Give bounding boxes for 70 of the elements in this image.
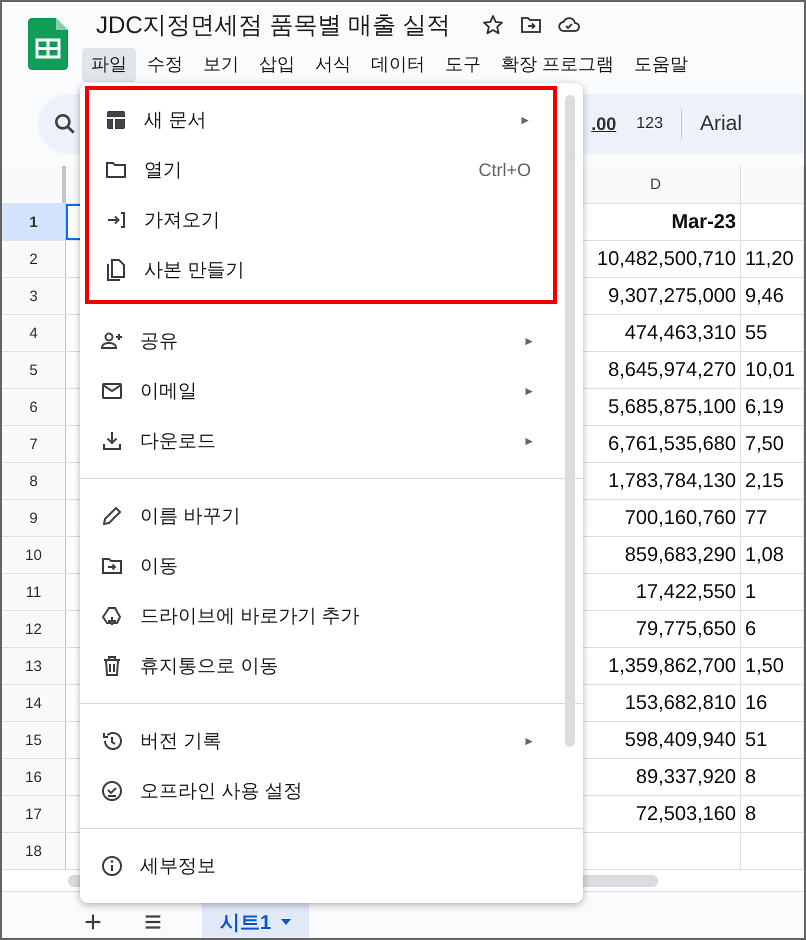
menu-option[interactable]: 새 문서 ► bbox=[89, 95, 553, 145]
shortcut-label: Ctrl+O bbox=[478, 160, 531, 180]
row-header[interactable]: 3 bbox=[2, 278, 66, 314]
row-header[interactable]: 9 bbox=[2, 500, 66, 536]
pencil-icon bbox=[100, 504, 124, 528]
menu-item[interactable]: 파일 bbox=[82, 48, 136, 82]
row-header[interactable]: 8 bbox=[2, 463, 66, 499]
table-cell: 16 bbox=[741, 685, 804, 721]
grid-icon bbox=[104, 108, 128, 132]
submenu-arrow: ► bbox=[523, 334, 535, 348]
row-header[interactable]: 5 bbox=[2, 352, 66, 388]
row-header[interactable]: 16 bbox=[2, 759, 66, 795]
menu-item[interactable]: 서식 bbox=[306, 48, 360, 82]
row-header[interactable]: 4 bbox=[2, 315, 66, 351]
caret-icon bbox=[281, 919, 292, 925]
row-header[interactable]: 1 bbox=[2, 204, 66, 240]
row-header[interactable]: 7 bbox=[2, 426, 66, 462]
star-icon[interactable] bbox=[480, 13, 505, 37]
menu-item[interactable]: 보기 bbox=[194, 48, 248, 82]
row-header[interactable]: 2 bbox=[2, 241, 66, 277]
row-header[interactable]: 13 bbox=[2, 648, 66, 684]
table-cell: 1 bbox=[741, 574, 804, 610]
copy-icon bbox=[104, 258, 128, 282]
table-cell: 51 bbox=[741, 722, 804, 758]
table-cell: 6,19 bbox=[741, 389, 804, 425]
submenu-arrow: ► bbox=[519, 113, 531, 127]
triangle-plus-icon bbox=[100, 604, 124, 628]
menu-item[interactable]: 확장 프로그램 bbox=[492, 48, 624, 82]
menu-item[interactable]: 데이터 bbox=[362, 48, 434, 82]
table-cell: 8 bbox=[741, 796, 804, 832]
submenu-arrow: ► bbox=[523, 384, 535, 398]
table-cell: 2,15 bbox=[741, 463, 804, 499]
row-header[interactable]: 6 bbox=[2, 389, 66, 425]
menu-option[interactable]: 사본 만들기 bbox=[89, 245, 553, 295]
menu-option[interactable]: 세부정보 bbox=[80, 841, 583, 891]
check-circle-icon bbox=[100, 779, 124, 803]
row-header[interactable]: 10 bbox=[2, 537, 66, 573]
row-header[interactable]: 15 bbox=[2, 722, 66, 758]
table-cell: 7,50 bbox=[741, 426, 804, 462]
document-title[interactable]: JDC지정면세점 품목별 매출 실적 bbox=[96, 9, 451, 41]
menu-item[interactable]: 삽입 bbox=[250, 48, 304, 82]
submenu-arrow: ► bbox=[523, 434, 535, 448]
font-dropdown[interactable]: Arial bbox=[694, 111, 748, 137]
table-cell: 55 bbox=[741, 315, 804, 351]
row-header[interactable]: 14 bbox=[2, 685, 66, 721]
menu-option[interactable]: 열기 Ctrl+O bbox=[89, 145, 553, 195]
table-cell: 8 bbox=[741, 759, 804, 795]
table-cell: 9,46 bbox=[741, 278, 804, 314]
row-header[interactable]: 18 bbox=[2, 833, 66, 869]
menu-item[interactable]: 수정 bbox=[138, 48, 192, 82]
row-header[interactable]: 17 bbox=[2, 796, 66, 832]
info-icon bbox=[100, 854, 124, 878]
table-cell: 6 bbox=[741, 611, 804, 647]
spreadsheet-logo-icon[interactable] bbox=[28, 18, 68, 70]
download-icon bbox=[100, 429, 124, 453]
menu-option[interactable]: 가져오기 bbox=[89, 195, 553, 245]
increase-decimal-button[interactable]: .00 bbox=[585, 112, 622, 136]
table-cell: 11,20 bbox=[741, 241, 804, 277]
table-cell: 1,50 bbox=[741, 648, 804, 684]
menu-scrollbar[interactable] bbox=[565, 95, 575, 747]
row-header[interactable]: 11 bbox=[2, 574, 66, 610]
table-cell: 77 bbox=[741, 500, 804, 536]
submenu-arrow: ► bbox=[523, 734, 535, 748]
table-cell: 10,01 bbox=[741, 352, 804, 388]
table-cell: 1,08 bbox=[741, 537, 804, 573]
row-header[interactable]: 12 bbox=[2, 611, 66, 647]
history-icon bbox=[100, 729, 124, 753]
number-format-button[interactable]: 123 bbox=[630, 114, 669, 134]
menu-item[interactable]: 도구 bbox=[436, 48, 490, 82]
menu-item[interactable]: 도움말 bbox=[625, 48, 698, 82]
